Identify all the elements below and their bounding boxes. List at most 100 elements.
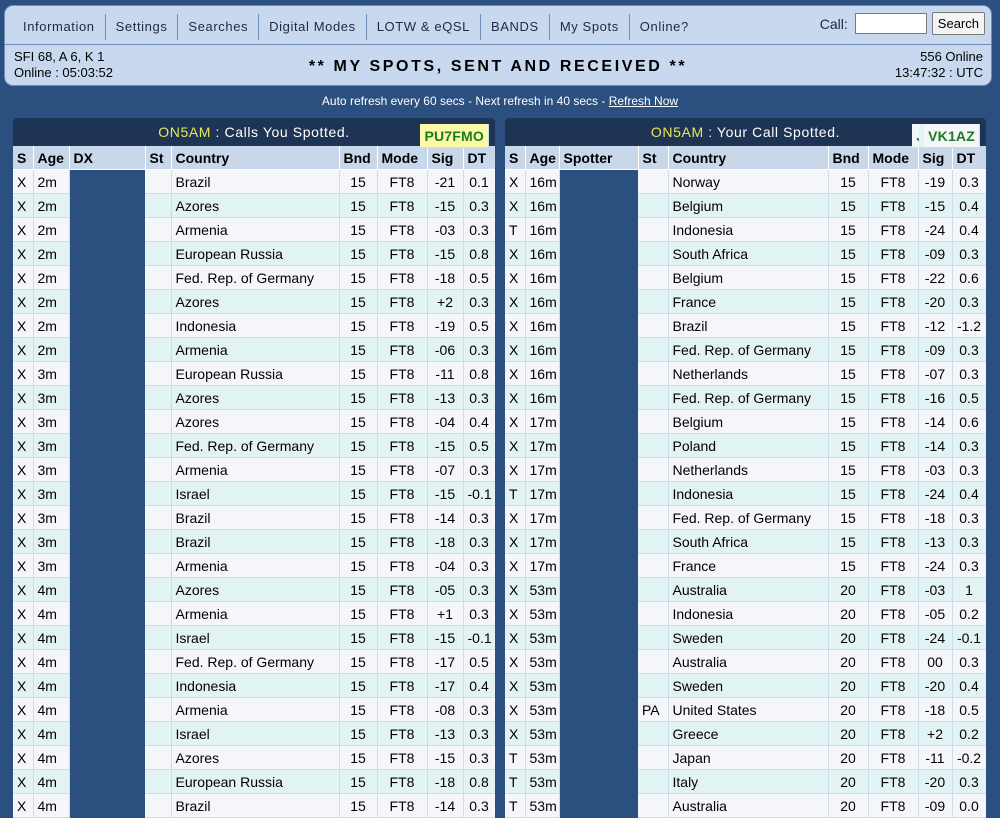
header-divider bbox=[5, 44, 991, 45]
cell-country: Belgium bbox=[668, 409, 829, 434]
cell-band: 15 bbox=[339, 361, 378, 386]
table-row: X53mK3DFLPAUnited States20FT8-180.5 bbox=[505, 124, 986, 722]
cell-callsign[interactable]: VK1AZ bbox=[924, 124, 980, 148]
cell-mode: FT8 bbox=[868, 481, 919, 506]
cell-state bbox=[638, 217, 669, 242]
cell-country: Azores bbox=[171, 409, 340, 434]
cell-state bbox=[145, 529, 172, 554]
cell-mode: FT8 bbox=[377, 385, 428, 410]
cell-age: 3m bbox=[33, 481, 70, 506]
online-count: 556 Online bbox=[920, 49, 983, 64]
cell-country: Fed. Rep. of Germany bbox=[668, 505, 829, 530]
cell-mode: FT8 bbox=[377, 577, 428, 602]
cell-age: 53m bbox=[525, 625, 560, 650]
cell-band: 20 bbox=[828, 745, 869, 770]
cell-state bbox=[638, 625, 669, 650]
cell-state bbox=[638, 649, 669, 674]
cell-mode: FT8 bbox=[868, 673, 919, 698]
cell-status: X bbox=[505, 433, 526, 458]
cell-dt: 0.5 bbox=[952, 385, 986, 410]
cell-age: 4m bbox=[33, 673, 70, 698]
cell-mode: FT8 bbox=[868, 169, 919, 194]
cell-dt: 0.2 bbox=[952, 721, 986, 746]
cell-age: 17m bbox=[525, 553, 560, 578]
cell-signal: -05 bbox=[427, 577, 464, 602]
cell-status: X bbox=[505, 625, 526, 650]
cell-state bbox=[638, 433, 669, 458]
column-header-bnd: Bnd bbox=[828, 146, 869, 170]
cell-dt: 0.5 bbox=[463, 649, 495, 674]
table-row: X16mDD2BHFed. Rep. of Germany15FT8-160.5 bbox=[505, 124, 986, 410]
cell-band: 15 bbox=[828, 481, 869, 506]
cell-signal: -17 bbox=[427, 649, 464, 674]
table-row: X2mDK9KWFed. Rep. of Germany15FT8-180.5 bbox=[13, 124, 495, 290]
cell-state bbox=[145, 721, 172, 746]
cell-country: Indonesia bbox=[668, 217, 829, 242]
cell-state bbox=[145, 793, 172, 818]
cell-age: 2m bbox=[33, 265, 70, 290]
cell-band: 15 bbox=[339, 193, 378, 218]
nav-searches[interactable]: Searches bbox=[178, 14, 260, 40]
table-row: T53mIK8YBEItaly20FT8-200.3 bbox=[505, 124, 986, 794]
cell-country: Belgium bbox=[668, 193, 829, 218]
cell-state bbox=[638, 505, 669, 530]
search-button[interactable]: Search bbox=[931, 12, 985, 35]
cell-band: 15 bbox=[339, 265, 378, 290]
cell-status: X bbox=[505, 289, 526, 314]
cell-mode: FT8 bbox=[868, 313, 919, 338]
cell-country: Norway bbox=[668, 169, 829, 194]
nav-my-spots[interactable]: My Spots bbox=[550, 14, 630, 40]
cell-state bbox=[145, 241, 172, 266]
nav-lotw-eqsl[interactable]: LOTW & eQSL bbox=[367, 14, 482, 40]
column-header-sig: Sig bbox=[427, 146, 464, 170]
nav-settings[interactable]: Settings bbox=[106, 14, 179, 40]
cell-state bbox=[145, 433, 172, 458]
cell-mode: FT8 bbox=[377, 313, 428, 338]
cell-status: X bbox=[505, 361, 526, 386]
cell-signal: -07 bbox=[918, 361, 953, 386]
cell-state bbox=[145, 337, 172, 362]
nav-information[interactable]: Information bbox=[13, 14, 106, 40]
cell-band: 20 bbox=[828, 625, 869, 650]
cell-state bbox=[145, 265, 172, 290]
cell-mode: FT8 bbox=[377, 265, 428, 290]
call-search-input[interactable] bbox=[854, 13, 927, 34]
cell-callsign[interactable]: PU7FMO bbox=[420, 124, 489, 148]
calls-you-spotted-panel: ON5AM : Calls You Spotted. S Age DX St Count… bbox=[13, 118, 495, 818]
nav-digital-modes[interactable]: Digital Modes bbox=[259, 14, 367, 40]
cell-age: 4m bbox=[33, 769, 70, 794]
cell-age: 4m bbox=[33, 697, 70, 722]
cell-age: 4m bbox=[33, 793, 70, 818]
table-row: X17mDO1PEFed. Rep. of Germany15FT8-180.3 bbox=[505, 124, 986, 530]
table-row: X16mZS5LEESouth Africa15FT8-090.3 bbox=[505, 124, 986, 266]
nav-online[interactable]: Online? bbox=[630, 14, 699, 40]
call-label: Call: bbox=[819, 15, 848, 32]
cell-dt: 0.3 bbox=[952, 553, 986, 578]
cell-country: Indonesia bbox=[171, 313, 340, 338]
cell-country: Israel bbox=[171, 481, 340, 506]
cell-band: 15 bbox=[828, 361, 869, 386]
table-row: X2mEK1RRArmenia15FT8-060.3 bbox=[13, 124, 495, 362]
table-row: X16mLA9NKANorway15FT8-190.3 bbox=[505, 124, 986, 194]
cell-age: 17m bbox=[525, 529, 560, 554]
cell-state bbox=[638, 169, 669, 194]
cell-signal: -14 bbox=[918, 409, 953, 434]
cell-mode: FT8 bbox=[868, 649, 919, 674]
top-header-box: Information Settings Searches Digital Mo… bbox=[4, 5, 992, 86]
cell-country: Poland bbox=[668, 433, 829, 458]
cell-age: 16m bbox=[525, 193, 560, 218]
cell-state bbox=[145, 697, 172, 722]
cell-dt: 0.4 bbox=[463, 409, 495, 434]
cell-country: Italy bbox=[668, 769, 829, 794]
cell-band: 15 bbox=[828, 433, 869, 458]
refresh-now-link[interactable]: Refresh Now bbox=[609, 94, 678, 108]
column-header-sig: Sig bbox=[918, 146, 953, 170]
cell-age: 2m bbox=[33, 217, 70, 242]
cell-signal: -06 bbox=[427, 337, 464, 362]
cell-country: Fed. Rep. of Germany bbox=[668, 385, 829, 410]
cell-country: Sweden bbox=[668, 625, 829, 650]
cell-mode: FT8 bbox=[377, 217, 428, 242]
nav-bands[interactable]: BANDS bbox=[481, 14, 550, 40]
cell-country: South Africa bbox=[668, 529, 829, 554]
cell-state bbox=[638, 193, 669, 218]
